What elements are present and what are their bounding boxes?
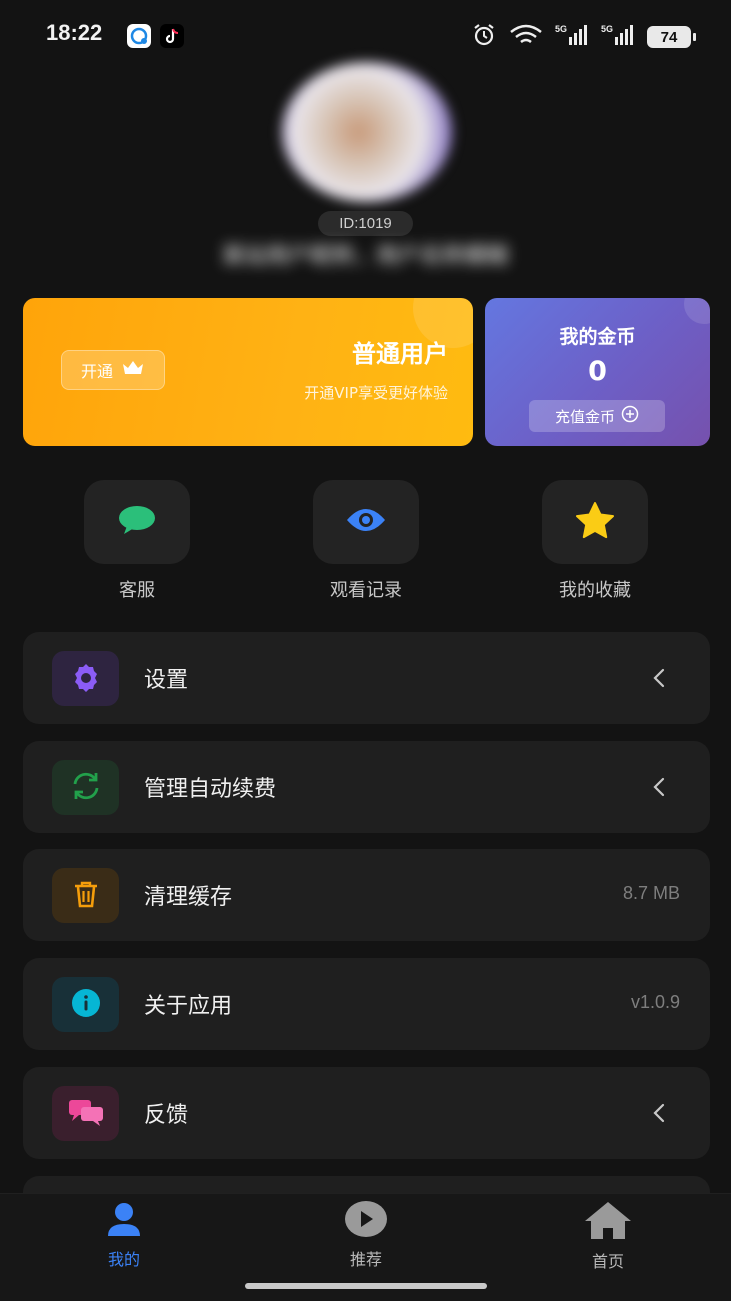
svg-text:5G: 5G bbox=[601, 24, 613, 34]
status-indicators: 5G 5G 74 bbox=[471, 22, 696, 52]
signal-5g-icon: 5G bbox=[555, 23, 589, 51]
nav-tab-label: 我的 bbox=[107, 1250, 140, 1269]
coin-card[interactable]: 我的金币 0 充值金币 bbox=[485, 298, 710, 446]
cache-icon-tile bbox=[52, 868, 119, 923]
status-bar: 18:22 5G 5G 74 bbox=[0, 0, 731, 70]
menu-item-clear-cache[interactable]: 清理缓存 8.7 MB bbox=[23, 849, 710, 941]
chevron-left-icon bbox=[648, 664, 670, 692]
quick-action-tile[interactable] bbox=[84, 480, 190, 564]
plus-circle-icon bbox=[621, 405, 639, 427]
app-version: v1.0.9 bbox=[630, 992, 680, 1012]
user-id-badge: ID:1019 bbox=[318, 211, 413, 236]
user-nickname: 某站用户昵称，用户名称模糊 bbox=[221, 244, 508, 269]
trash-icon bbox=[72, 879, 100, 913]
alarm-icon bbox=[471, 22, 497, 52]
chat-bubble-icon bbox=[117, 504, 157, 540]
nav-tab-mine[interactable]: 我的 bbox=[64, 1200, 184, 1270]
menu-item-label: 清理缓存 bbox=[144, 885, 233, 910]
signal-5g-icon-2: 5G bbox=[601, 23, 635, 51]
refresh-icon bbox=[69, 770, 103, 806]
chevron-left-icon bbox=[648, 773, 670, 801]
coin-balance: 0 bbox=[588, 356, 607, 387]
membership-level: 普通用户 bbox=[352, 340, 448, 368]
renewal-icon-tile bbox=[52, 760, 119, 815]
battery-indicator: 74 bbox=[647, 26, 696, 48]
quick-action-label: 我的收藏 bbox=[559, 580, 631, 601]
recharge-coins-button[interactable]: 充值金币 bbox=[529, 400, 665, 432]
wifi-icon bbox=[509, 23, 543, 51]
user-icon bbox=[105, 1203, 143, 1242]
vip-card[interactable]: 开通 普通用户 开通VIP享受更好体验 bbox=[23, 298, 473, 446]
tiktok-notification-icon bbox=[160, 24, 184, 48]
menu-item-label: 管理自动续费 bbox=[144, 777, 277, 802]
avatar[interactable] bbox=[282, 62, 452, 202]
crown-icon bbox=[121, 359, 145, 381]
menu-item-label: 反馈 bbox=[144, 1103, 189, 1128]
eye-icon bbox=[345, 506, 387, 538]
menu-item-about[interactable]: 关于应用 v1.0.9 bbox=[23, 958, 710, 1050]
feedback-icon-tile bbox=[52, 1086, 119, 1141]
settings-icon-tile bbox=[52, 651, 119, 706]
svg-text:5G: 5G bbox=[555, 24, 567, 34]
nav-tab-label: 推荐 bbox=[349, 1250, 382, 1269]
cache-size: 8.7 MB bbox=[622, 883, 680, 903]
recharge-label: 充值金币 bbox=[554, 407, 615, 426]
home-indicator[interactable] bbox=[245, 1283, 487, 1289]
menu-item-label: 关于应用 bbox=[144, 994, 233, 1019]
quick-action-tile[interactable] bbox=[313, 480, 419, 564]
nav-tab-home[interactable]: 首页 bbox=[548, 1200, 668, 1272]
info-icon bbox=[70, 987, 102, 1023]
star-icon bbox=[575, 501, 615, 543]
vip-promo-text: 开通VIP享受更好体验 bbox=[304, 384, 448, 402]
coin-card-title: 我的金币 bbox=[559, 326, 636, 348]
quick-action-favorites[interactable]: 我的收藏 bbox=[542, 480, 648, 602]
play-icon bbox=[344, 1201, 388, 1242]
quick-action-label: 客服 bbox=[119, 580, 155, 601]
open-vip-label: 开通 bbox=[80, 362, 113, 381]
quick-action-watch-history[interactable]: 观看记录 bbox=[313, 480, 419, 602]
home-icon bbox=[583, 1202, 633, 1244]
menu-item-feedback[interactable]: 反馈 bbox=[23, 1067, 710, 1159]
status-time: 18:22 bbox=[46, 20, 103, 45]
menu-item-auto-renewal[interactable]: 管理自动续费 bbox=[23, 741, 710, 833]
menu-item-label: 设置 bbox=[144, 668, 189, 693]
quick-action-label: 观看记录 bbox=[330, 580, 402, 601]
nav-tab-label: 首页 bbox=[591, 1252, 624, 1271]
gear-icon bbox=[70, 661, 102, 697]
chevron-left-icon bbox=[648, 1099, 670, 1127]
open-vip-button[interactable]: 开通 bbox=[61, 350, 165, 390]
about-icon-tile bbox=[52, 977, 119, 1032]
qq-notification-icon bbox=[127, 24, 151, 48]
menu-item-settings[interactable]: 设置 bbox=[23, 632, 710, 724]
nav-tab-recommend[interactable]: 推荐 bbox=[306, 1200, 426, 1270]
feedback-icon bbox=[67, 1097, 105, 1131]
quick-action-tile[interactable] bbox=[542, 480, 648, 564]
quick-action-customer-service[interactable]: 客服 bbox=[84, 480, 190, 602]
